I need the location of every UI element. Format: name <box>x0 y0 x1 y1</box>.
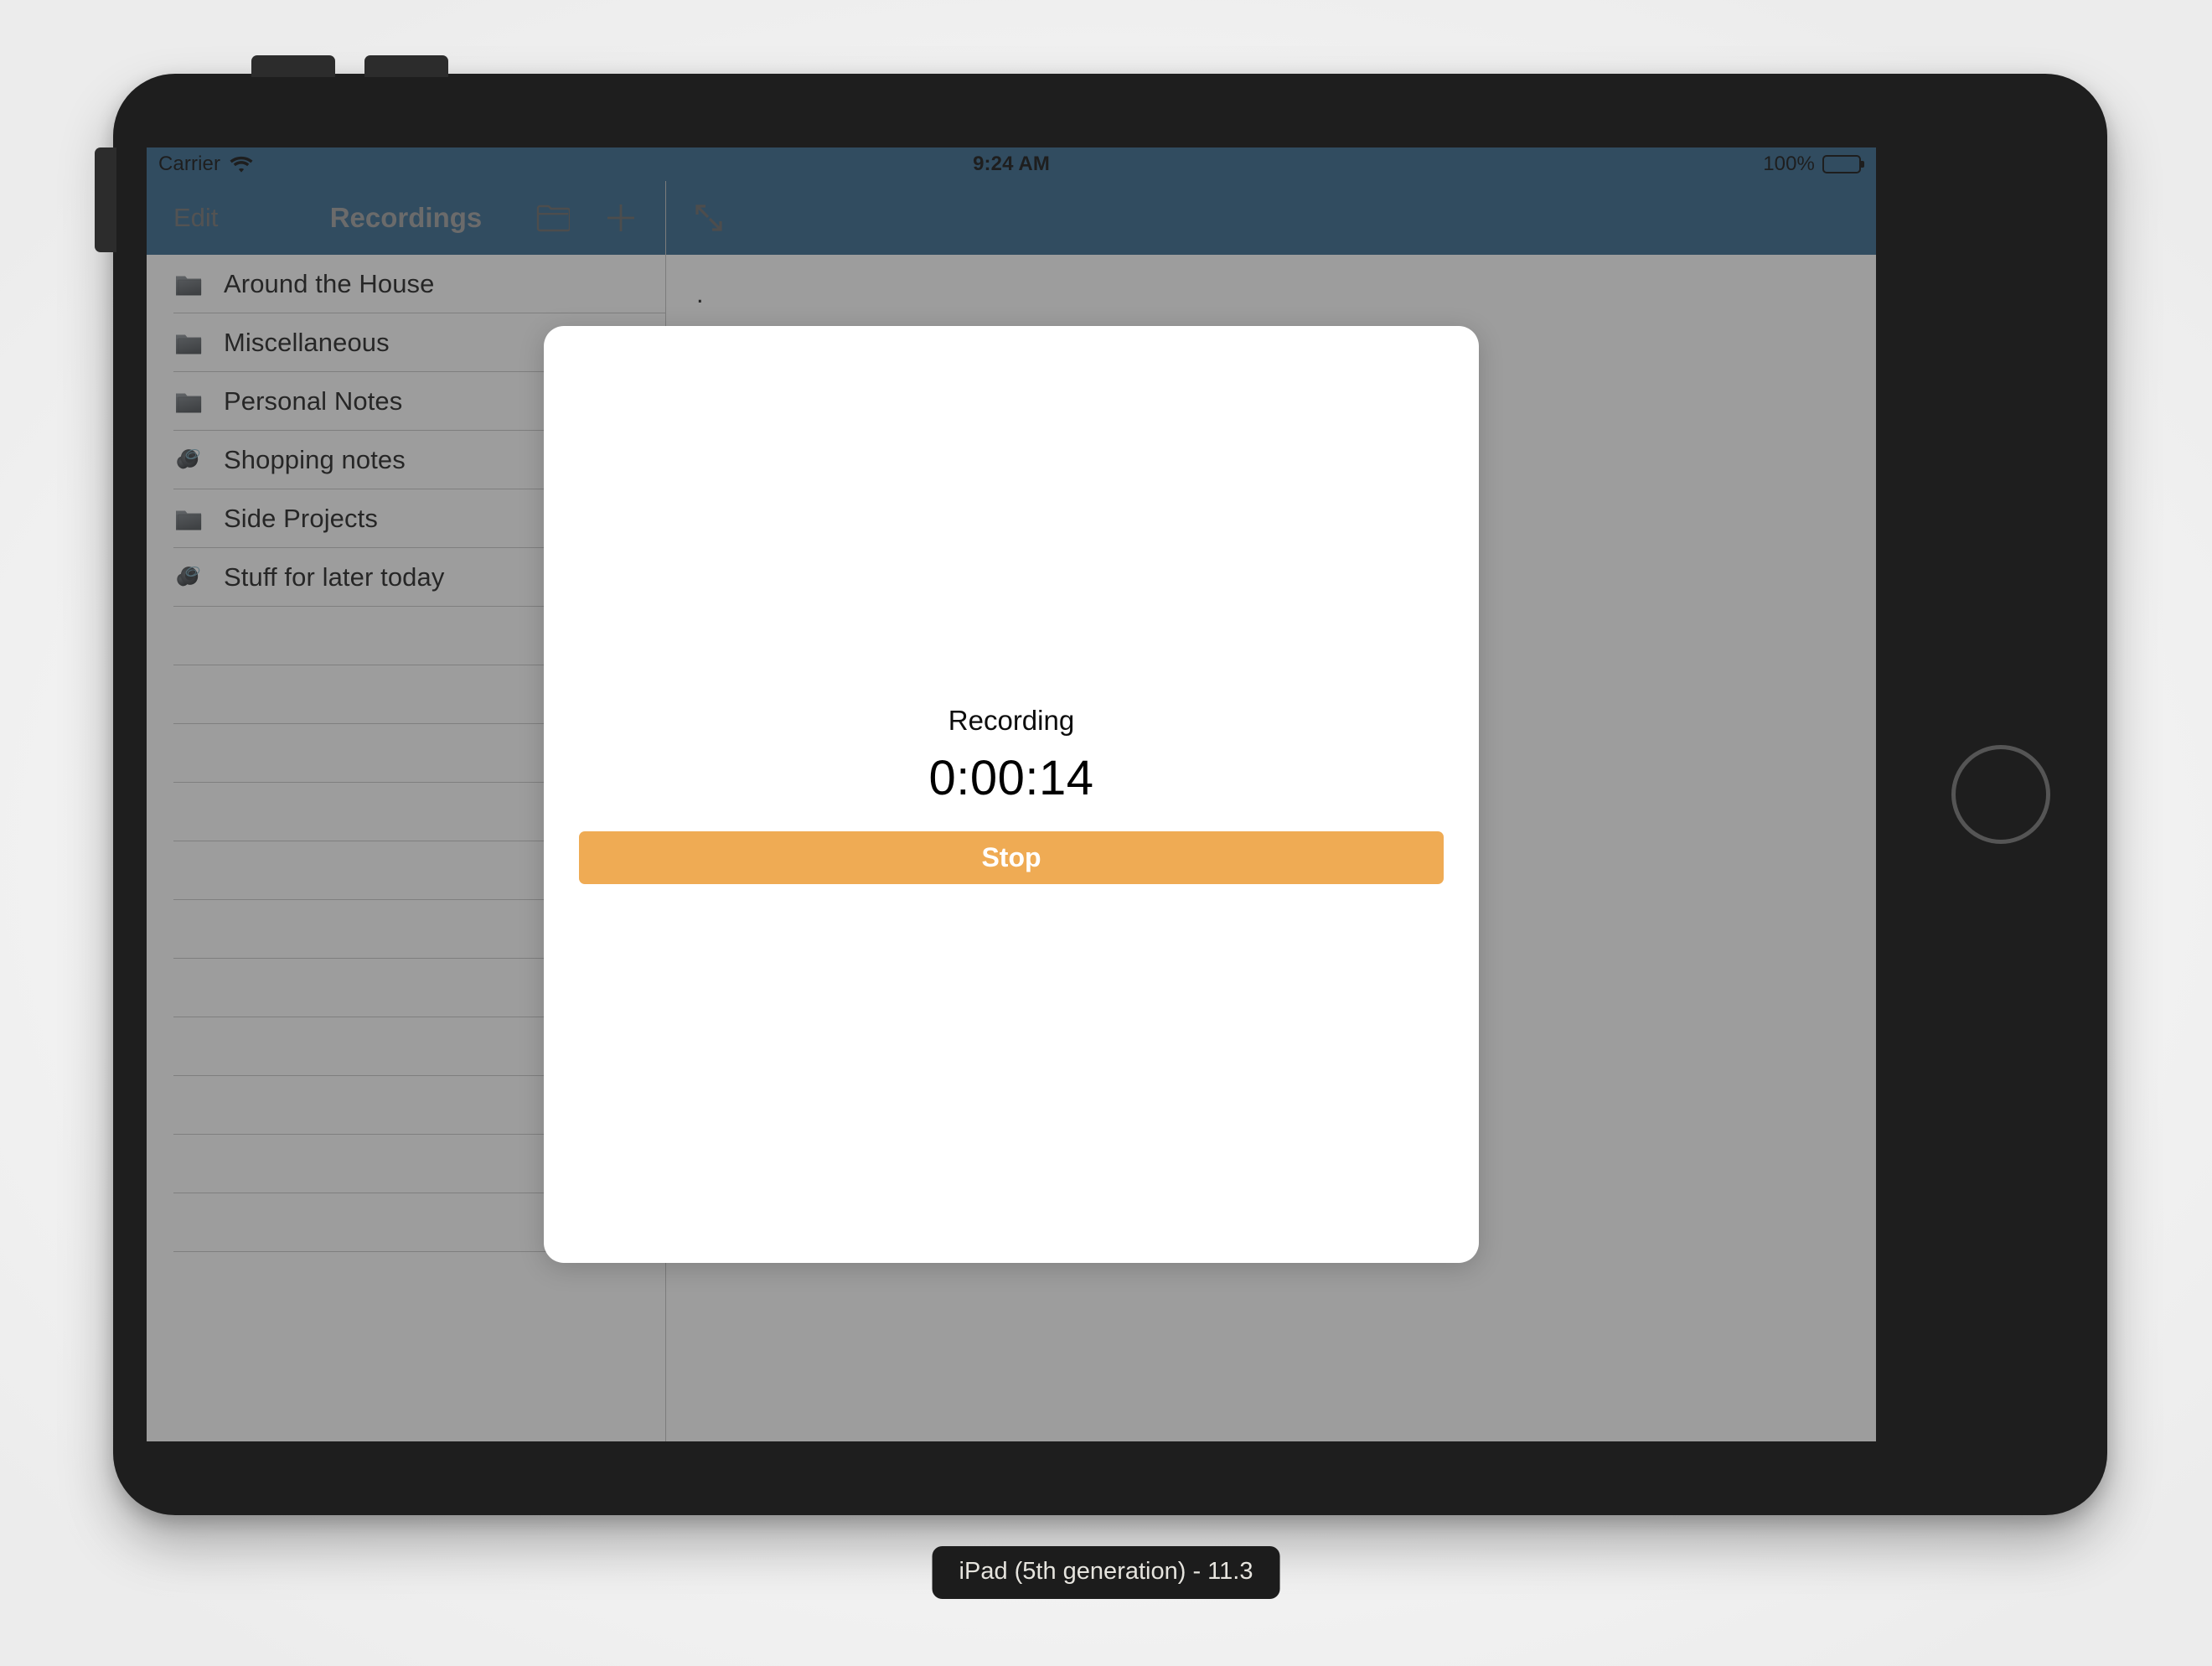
detail-note-text: . <box>696 279 704 308</box>
speaker-icon <box>173 445 204 475</box>
folder-icon <box>173 328 204 358</box>
recording-modal-content: Recording 0:00:14 Stop <box>544 705 1479 884</box>
plus-icon[interactable] <box>605 202 637 234</box>
list-item-label: Miscellaneous <box>224 328 390 357</box>
master-navigation-bar: Edit Recordings <box>147 181 665 255</box>
hardware-button-power[interactable] <box>95 147 116 252</box>
folder-icon[interactable] <box>536 204 570 232</box>
expand-diagonal-arrows-icon[interactable] <box>693 202 725 234</box>
battery-full-icon <box>1822 155 1861 173</box>
home-button-circle-icon[interactable] <box>1951 745 2050 844</box>
battery-percent-label: 100% <box>1763 153 1815 175</box>
status-bar: Carrier 9:24 AM 100% <box>147 147 1876 181</box>
status-bar-right: 100% <box>1763 153 1861 176</box>
hardware-button-volume-down[interactable] <box>364 55 448 77</box>
recording-modal: Recording 0:00:14 Stop <box>544 326 1479 1263</box>
list-item-label: Shopping notes <box>224 445 406 474</box>
list-item-label: Stuff for later today <box>224 562 445 592</box>
detail-navigation-bar <box>666 181 1876 255</box>
list-item[interactable]: Around the House <box>147 255 665 313</box>
device-screen: Carrier 9:24 AM 100% Edit Recordings Aro… <box>147 147 1876 1441</box>
simulator-desktop-background: Carrier 9:24 AM 100% Edit Recordings Aro… <box>0 0 2212 1666</box>
stop-button[interactable]: Stop <box>579 831 1444 884</box>
detail-navbar-left <box>693 202 725 234</box>
folder-icon <box>173 269 204 299</box>
list-item-label: Around the House <box>224 269 435 298</box>
folder-icon <box>173 386 204 416</box>
master-navbar-right <box>536 202 637 234</box>
folder-icon <box>173 504 204 534</box>
hardware-button-volume-up[interactable] <box>251 55 335 77</box>
ipad-simulator-device: Carrier 9:24 AM 100% Edit Recordings Aro… <box>95 55 2107 1515</box>
list-item-label: Personal Notes <box>224 386 403 416</box>
recording-status-label: Recording <box>948 705 1075 736</box>
status-bar-clock: 9:24 AM <box>973 153 1050 175</box>
speaker-icon <box>173 562 204 592</box>
device-name-label: iPad (5th generation) - 11.3 <box>932 1546 1280 1599</box>
list-item-label: Side Projects <box>224 504 378 533</box>
recording-timer: 0:00:14 <box>928 751 1094 805</box>
